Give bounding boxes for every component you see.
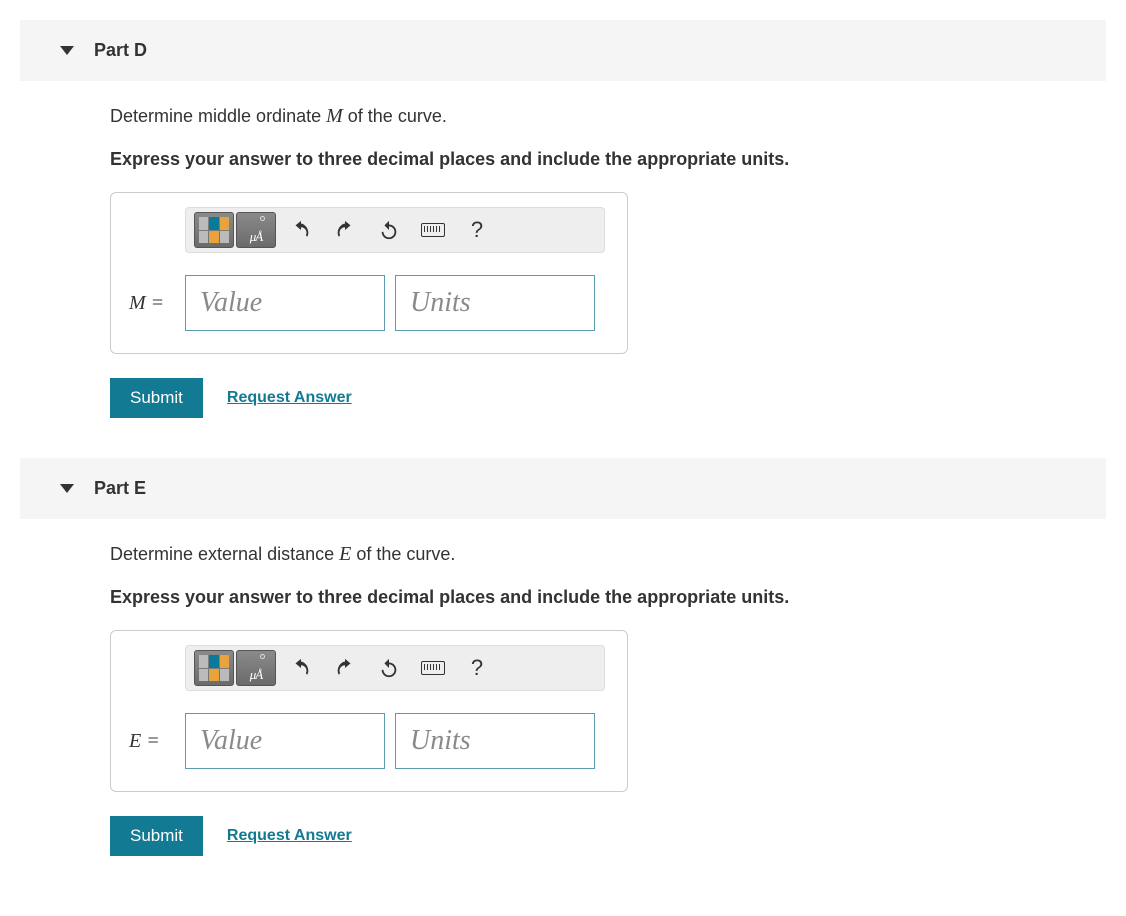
variable-label: E = [129, 730, 175, 753]
prompt-var: M [326, 105, 343, 127]
value-input[interactable] [185, 713, 385, 769]
prompt-suffix: of the curve. [343, 106, 447, 126]
part-header[interactable]: Part D [20, 20, 1106, 81]
part-title: Part E [94, 478, 146, 499]
reset-button[interactable] [370, 650, 408, 686]
units-picker-button[interactable]: μÅ [236, 650, 276, 686]
action-row: Submit Request Answer [110, 378, 1076, 418]
reset-button[interactable] [370, 212, 408, 248]
answer-panel: μÅ ? M = [110, 192, 628, 354]
units-input[interactable] [395, 275, 595, 331]
prompt-prefix: Determine external distance [110, 544, 339, 564]
part-body: Determine external distance E of the cur… [20, 539, 1106, 886]
submit-button[interactable]: Submit [110, 378, 203, 418]
fraction-template-button[interactable] [194, 212, 234, 248]
prompt-suffix: of the curve. [351, 544, 455, 564]
request-answer-link[interactable]: Request Answer [227, 389, 352, 407]
value-input[interactable] [185, 275, 385, 331]
reset-icon [378, 219, 400, 241]
undo-button[interactable] [282, 212, 320, 248]
variable-label: M = [129, 292, 175, 315]
toolbar-format-group: μÅ [194, 212, 276, 248]
part-title: Part D [94, 40, 147, 61]
redo-icon [334, 657, 356, 679]
answer-input-row: E = [129, 713, 609, 769]
answer-toolbar: μÅ ? [185, 207, 605, 253]
units-symbol: μÅ [250, 229, 262, 245]
undo-icon [290, 657, 312, 679]
keyboard-button[interactable] [414, 212, 452, 248]
units-picker-button[interactable]: μÅ [236, 212, 276, 248]
help-button[interactable]: ? [458, 212, 496, 248]
help-button[interactable]: ? [458, 650, 496, 686]
question-prompt: Determine middle ordinate M of the curve… [110, 101, 1076, 131]
reset-icon [378, 657, 400, 679]
redo-button[interactable] [326, 212, 364, 248]
question-instruction: Express your answer to three decimal pla… [110, 587, 1076, 608]
redo-button[interactable] [326, 650, 364, 686]
question-instruction: Express your answer to three decimal pla… [110, 149, 1076, 170]
caret-down-icon [60, 484, 74, 493]
keyboard-icon [421, 661, 445, 675]
undo-icon [290, 219, 312, 241]
part-section: Part E Determine external distance E of … [20, 458, 1106, 886]
redo-icon [334, 219, 356, 241]
question-prompt: Determine external distance E of the cur… [110, 539, 1076, 569]
caret-down-icon [60, 46, 74, 55]
answer-input-row: M = [129, 275, 609, 331]
undo-button[interactable] [282, 650, 320, 686]
keyboard-icon [421, 223, 445, 237]
prompt-var: E [339, 543, 351, 565]
units-input[interactable] [395, 713, 595, 769]
part-body: Determine middle ordinate M of the curve… [20, 101, 1106, 448]
action-row: Submit Request Answer [110, 816, 1076, 856]
submit-button[interactable]: Submit [110, 816, 203, 856]
part-header[interactable]: Part E [20, 458, 1106, 519]
fraction-template-button[interactable] [194, 650, 234, 686]
toolbar-format-group: μÅ [194, 650, 276, 686]
answer-panel: μÅ ? E = [110, 630, 628, 792]
request-answer-link[interactable]: Request Answer [227, 827, 352, 845]
answer-toolbar: μÅ ? [185, 645, 605, 691]
prompt-prefix: Determine middle ordinate [110, 106, 326, 126]
part-section: Part D Determine middle ordinate M of th… [20, 20, 1106, 448]
units-symbol: μÅ [250, 667, 262, 683]
keyboard-button[interactable] [414, 650, 452, 686]
